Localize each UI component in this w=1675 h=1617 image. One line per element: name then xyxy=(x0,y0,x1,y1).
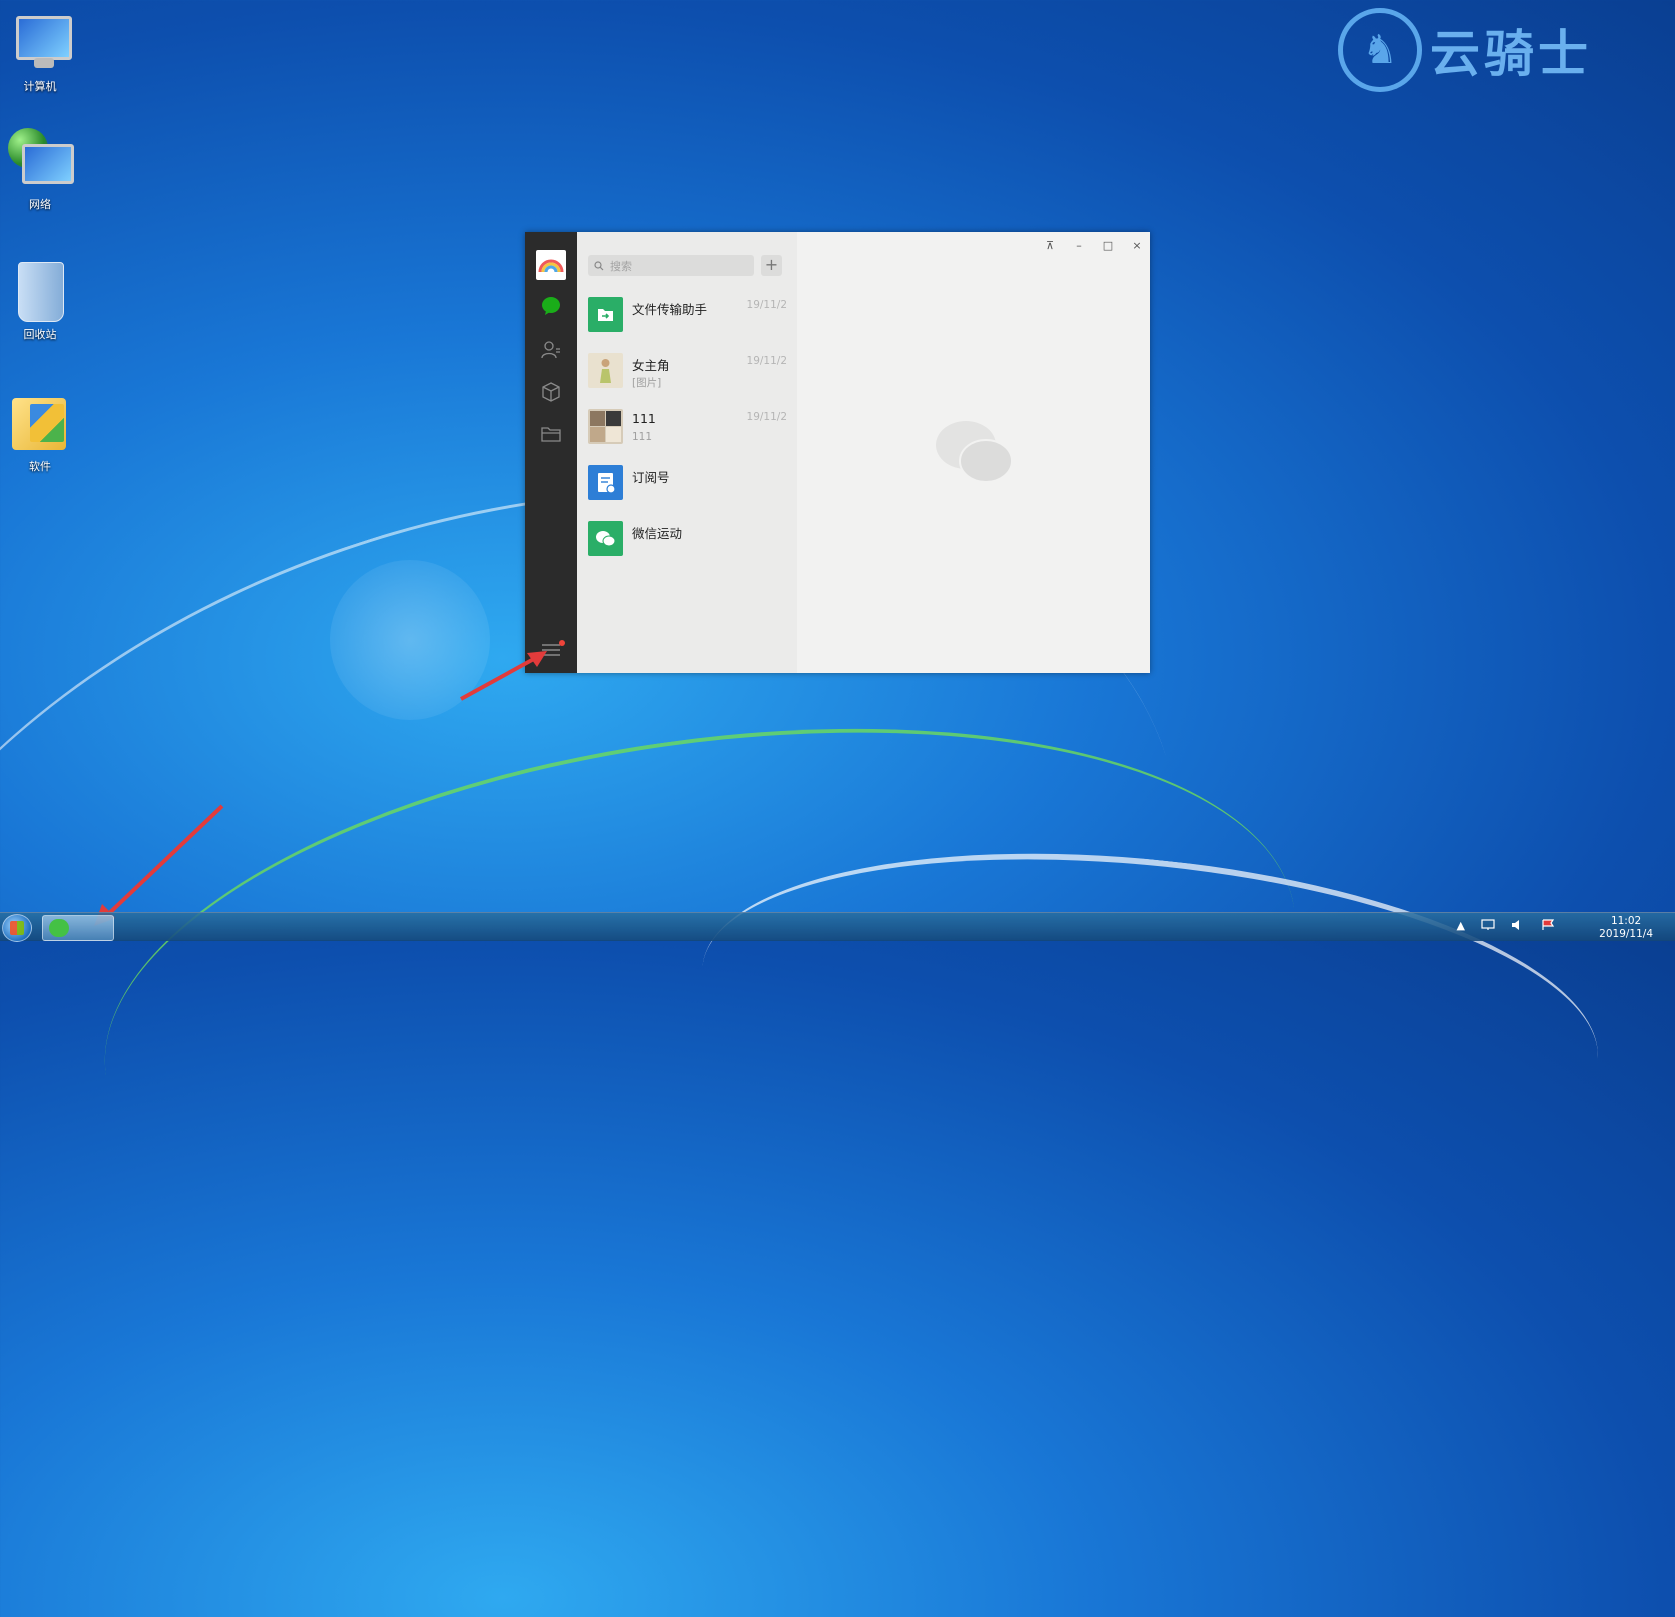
user-avatar[interactable] xyxy=(536,250,566,280)
folder-nav-icon[interactable] xyxy=(541,424,561,444)
chat-item-file-transfer[interactable]: 文件传输助手 19/11/2 xyxy=(577,287,797,343)
notification-dot xyxy=(559,640,565,646)
chat-main-area: ⊼ – □ × xyxy=(797,232,1150,673)
action-center-flag-icon[interactable] xyxy=(1541,919,1555,931)
desktop-icon-label: 网络 xyxy=(29,198,51,211)
taskbar-wechat-button[interactable] xyxy=(42,915,114,941)
desktop-icon-label: 计算机 xyxy=(23,80,57,93)
network-icon xyxy=(8,128,74,192)
chat-name: 订阅号 xyxy=(632,470,670,485)
chat-item-111[interactable]: 111 111 19/11/2 xyxy=(577,399,797,455)
minimize-button[interactable]: – xyxy=(1071,238,1087,254)
watermark-logo: ♞ 云骑士 xyxy=(1338,8,1592,92)
rainbow-avatar-icon xyxy=(538,259,564,273)
clock[interactable]: 11:02 2019/11/4 xyxy=(1599,915,1653,941)
wechat-icon xyxy=(49,919,69,937)
contacts-icon[interactable] xyxy=(541,340,561,360)
windows-logo-icon xyxy=(10,921,24,935)
start-button[interactable] xyxy=(2,914,32,942)
pin-button[interactable]: ⊼ xyxy=(1042,238,1058,254)
clock-time: 11:02 xyxy=(1610,915,1642,927)
recycle-bin-icon xyxy=(8,258,72,322)
chat-name: 女主角 xyxy=(632,358,670,373)
favorites-cube-icon[interactable] xyxy=(541,382,561,402)
network-tray-icon[interactable] xyxy=(1481,919,1495,931)
desktop-icon-label: 回收站 xyxy=(23,328,57,341)
search-input[interactable]: 搜索 xyxy=(588,255,754,276)
close-button[interactable]: × xyxy=(1129,238,1145,254)
wechat-window: 搜索 + 文件传输助手 19/11/2 女主角 [图片] 19/11/2 111… xyxy=(525,232,1150,673)
desktop-icon-computer[interactable]: 计算机 xyxy=(4,10,76,94)
menu-icon[interactable] xyxy=(541,642,561,658)
avatar-photo xyxy=(588,353,623,388)
watermark-text: 云骑士 xyxy=(1430,25,1592,83)
chat-preview: [图片] xyxy=(632,377,662,389)
tray-expand-icon[interactable]: ▲ xyxy=(1457,919,1465,932)
knight-emblem-icon: ♞ xyxy=(1338,8,1422,92)
computer-icon xyxy=(8,10,72,74)
taskbar: ▲ 11:02 2019/11/4 xyxy=(0,912,1675,942)
chat-preview: 111 xyxy=(632,431,653,443)
add-button[interactable]: + xyxy=(761,255,782,276)
folder-icon xyxy=(8,390,72,454)
chat-bubble-icon[interactable] xyxy=(541,296,561,316)
desktop-icon-network[interactable]: 网络 xyxy=(4,128,76,212)
chat-name: 微信运动 xyxy=(632,526,683,541)
maximize-button[interactable]: □ xyxy=(1100,238,1116,254)
avatar-photo xyxy=(588,409,623,444)
desktop-icon-recycle-bin[interactable]: 回收站 xyxy=(4,258,76,342)
file-transfer-icon xyxy=(588,297,623,332)
desktop-icon-software[interactable]: 软件 xyxy=(4,390,76,474)
desktop-icon-label: 软件 xyxy=(29,460,51,473)
chat-name: 文件传输助手 xyxy=(632,302,708,317)
search-placeholder: 搜索 xyxy=(610,259,632,273)
clock-date: 2019/11/4 xyxy=(1599,928,1653,940)
chat-date: 19/11/2 xyxy=(746,355,787,367)
system-tray: ▲ xyxy=(1457,919,1555,932)
chat-date: 19/11/2 xyxy=(746,299,787,311)
wallpaper-glow xyxy=(330,560,490,720)
chat-item-subscriptions[interactable]: 订阅号 xyxy=(577,455,797,511)
chat-name: 111 xyxy=(632,411,656,426)
search-icon xyxy=(594,260,604,270)
chat-item-nvzhujiao[interactable]: 女主角 [图片] 19/11/2 xyxy=(577,343,797,399)
volume-icon[interactable] xyxy=(1511,919,1525,931)
chat-list-panel: 搜索 + 文件传输助手 19/11/2 女主角 [图片] 19/11/2 111… xyxy=(577,232,797,673)
subscription-icon xyxy=(588,465,623,500)
wechat-sport-icon xyxy=(588,521,623,556)
wechat-nav-bar xyxy=(525,232,577,673)
chat-date: 19/11/2 xyxy=(746,411,787,423)
chat-item-wechat-sport[interactable]: 微信运动 xyxy=(577,511,797,567)
wechat-logo-watermark-icon xyxy=(936,421,1013,483)
